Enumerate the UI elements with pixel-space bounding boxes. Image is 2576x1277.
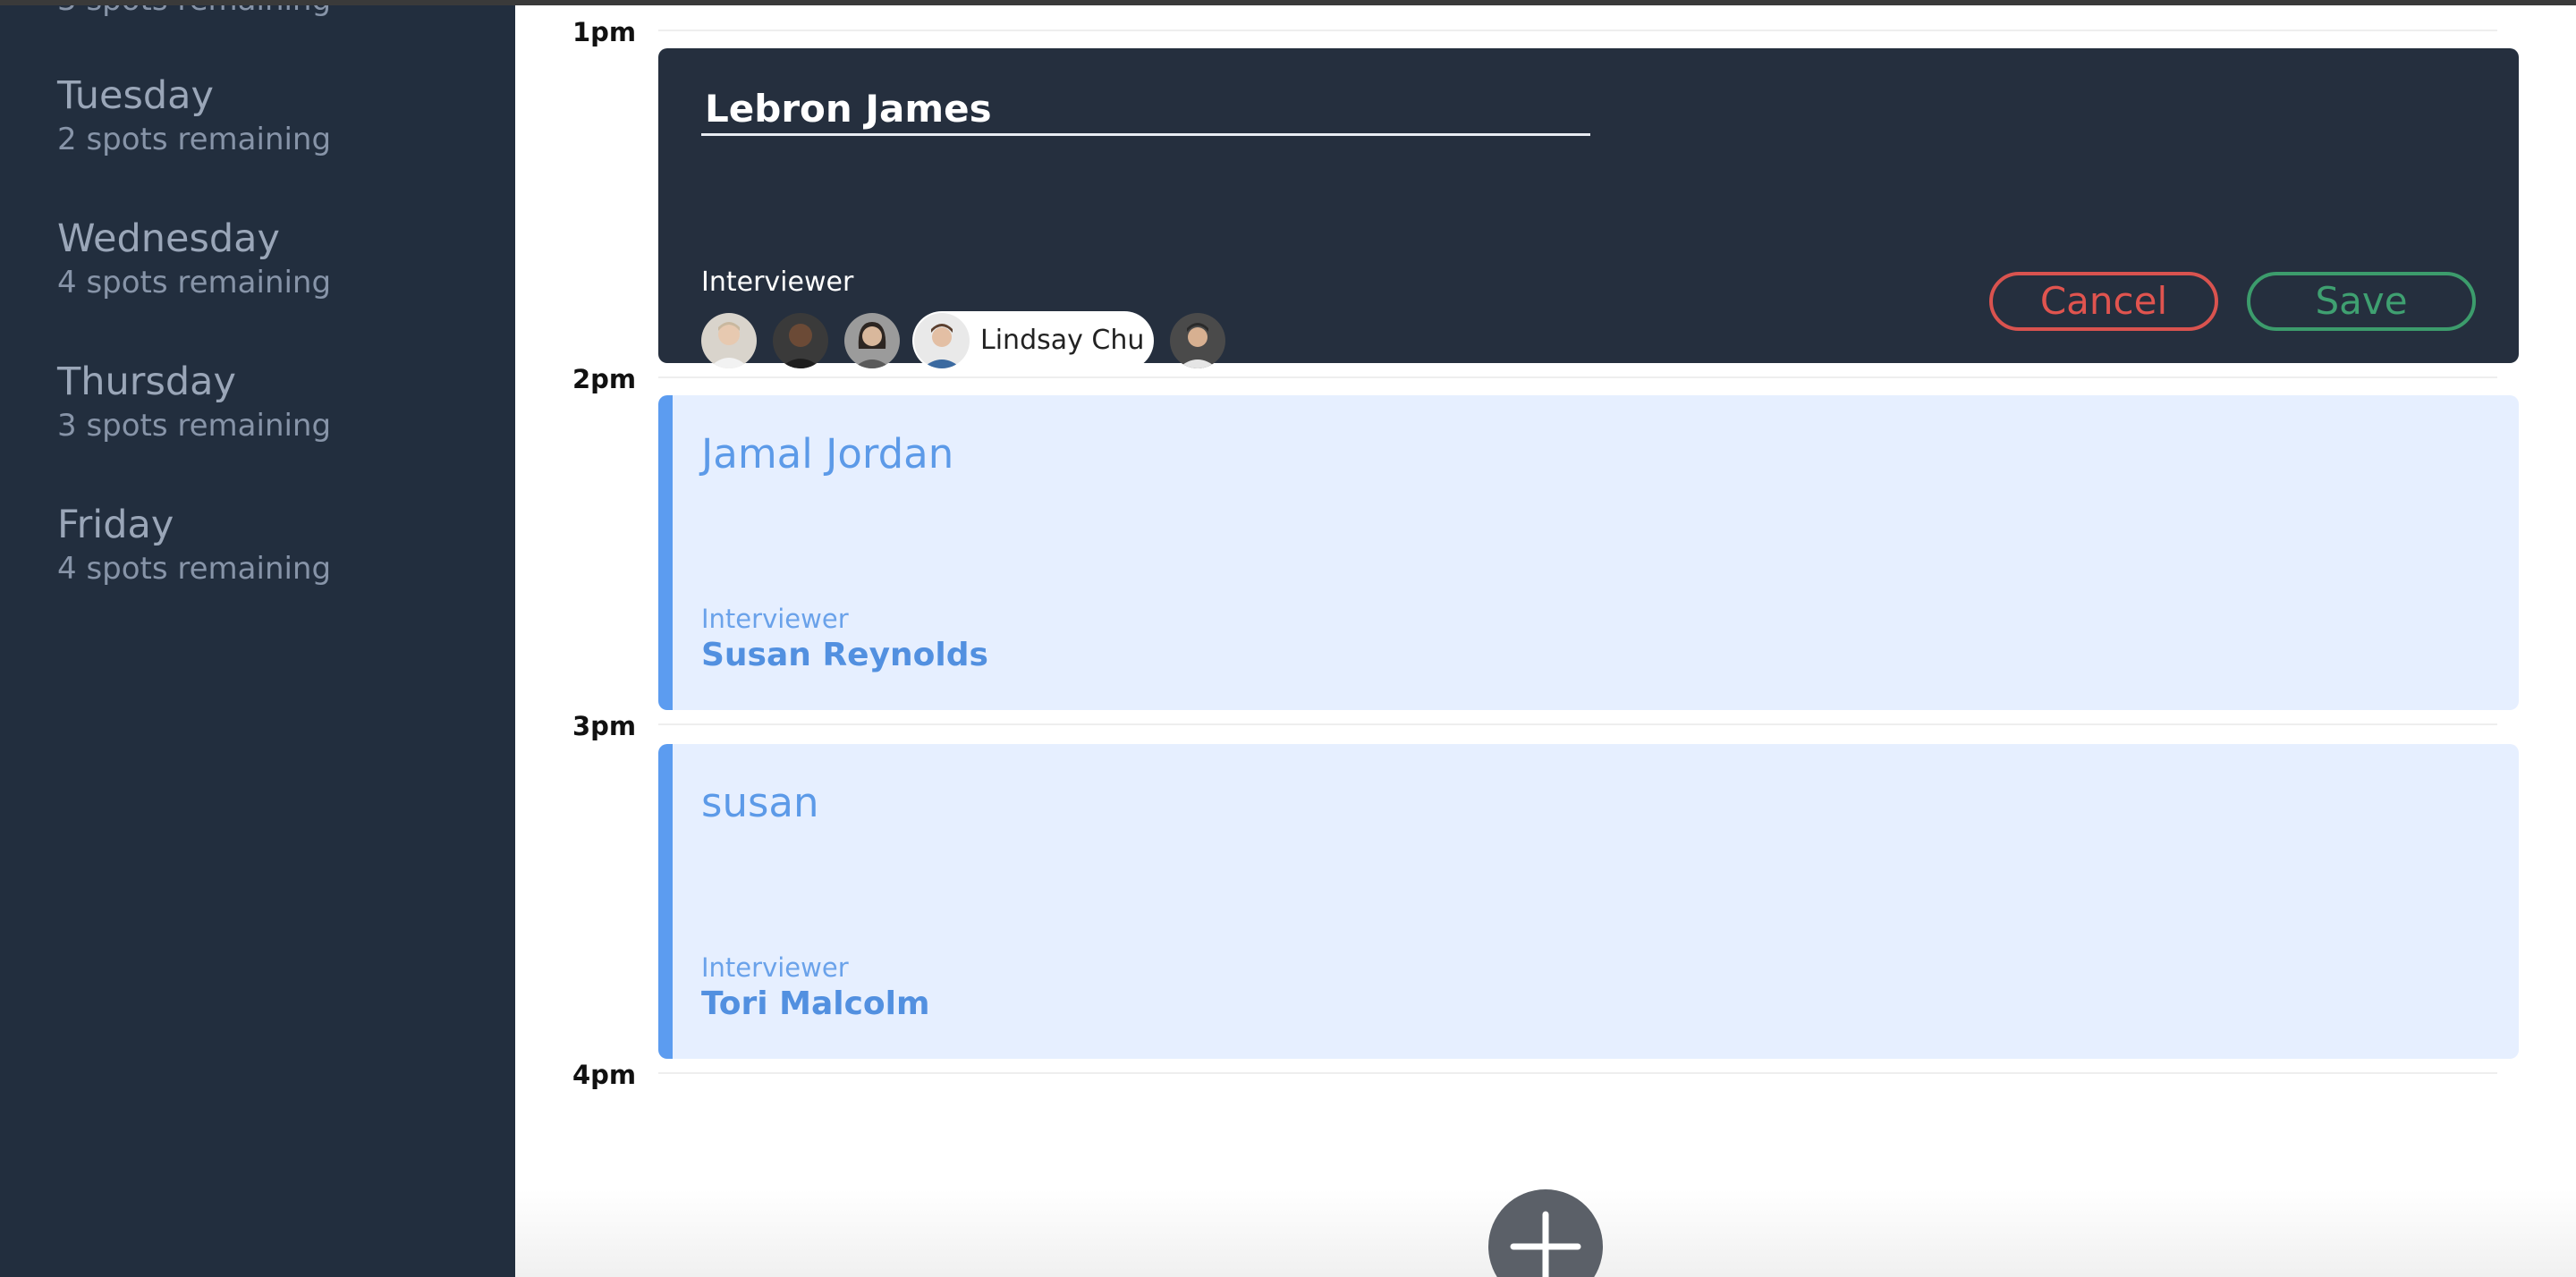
sidebar-item-tuesday[interactable]: Tuesday 2 spots remaining [57,72,331,159]
time-label: 3pm [572,711,637,741]
interviewer-avatar[interactable] [844,313,900,368]
interviewer-label: Interviewer [701,266,854,298]
plus-icon [1510,1211,1581,1277]
window-top-edge [0,0,2576,5]
schedule-panel: 1pm 2pm 3pm 4pm Interviewer Lindsay Chu [515,0,2576,1277]
hour-divider [658,723,2497,725]
sidebar-item-friday[interactable]: Friday 4 spots remaining [57,501,331,588]
day-name: Wednesday [57,216,280,261]
day-spots: 4 spots remaining [57,265,332,300]
interviewer-avatar [914,313,970,368]
day-name: Tuesday [57,73,214,118]
appointment-interviewer-name: Susan Reynolds [701,637,988,673]
interviewer-avatar[interactable] [773,313,828,368]
day-spots: 4 spots remaining [57,551,332,587]
time-label: 1pm [572,17,637,47]
cancel-button[interactable]: Cancel [1989,272,2218,331]
day-spots: 2 spots remaining [57,122,332,157]
day-spots: 3 spots remaining [57,408,332,444]
interviewer-avatar[interactable] [1170,313,1225,368]
selected-interviewer[interactable]: Lindsay Chu [912,311,1154,370]
sidebar: 3 spots remaining Tuesday 2 spots remain… [0,0,515,1277]
time-label: 4pm [572,1060,637,1090]
day-name: Thursday [57,359,236,404]
student-name-input[interactable] [701,84,1590,136]
save-button[interactable]: Save [2247,272,2476,331]
appointment-edit-form: Interviewer Lindsay Chu Cancel Save [658,48,2519,370]
appointment-card[interactable]: Jamal Jordan Interviewer Susan Reynolds [658,395,2519,710]
appointment-interviewer-label: Interviewer [701,604,849,634]
sidebar-item-thursday[interactable]: Thursday 3 spots remaining [57,358,331,445]
appointment-student-name: Jamal Jordan [701,430,954,478]
add-appointment-button[interactable] [1488,1189,1603,1277]
hour-divider [658,1072,2497,1074]
hour-divider [658,30,2497,31]
day-name: Friday [57,503,174,547]
time-label: 2pm [572,364,637,394]
appointment-student-name: susan [701,779,819,826]
sidebar-item-wednesday[interactable]: Wednesday 4 spots remaining [57,215,331,302]
appointment-interviewer-name: Tori Malcolm [701,985,930,1022]
selected-interviewer-name: Lindsay Chu [980,325,1145,356]
appointment-card[interactable]: susan Interviewer Tori Malcolm [658,744,2519,1059]
hour-divider [658,376,2497,378]
appointment-interviewer-label: Interviewer [701,952,849,983]
interviewer-avatar[interactable] [701,313,757,368]
